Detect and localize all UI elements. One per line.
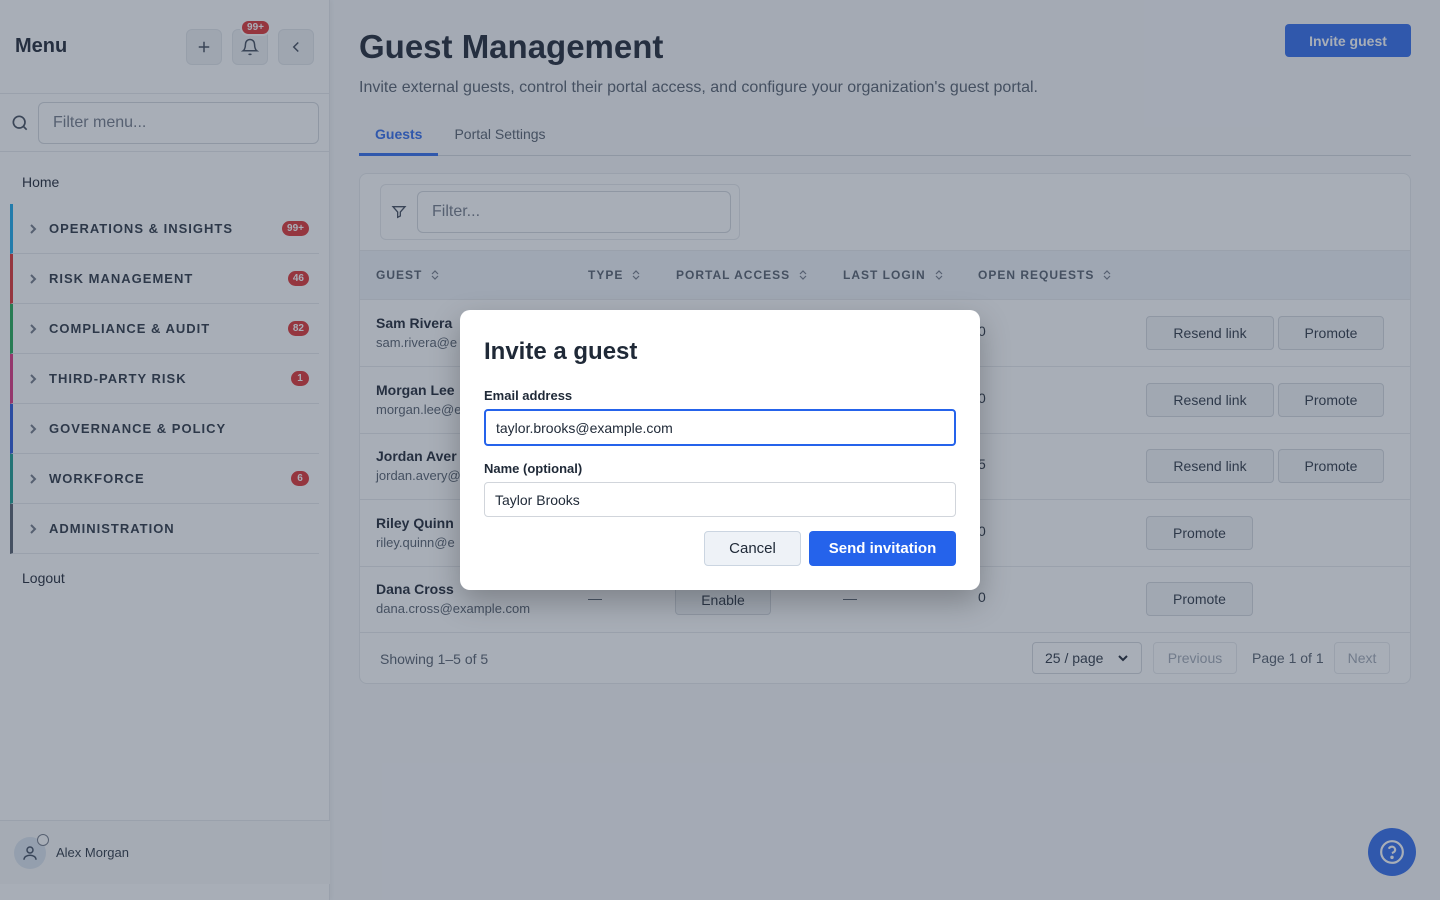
email-field[interactable]: [484, 409, 956, 446]
send-invitation-button[interactable]: Send invitation: [809, 531, 956, 566]
name-label: Name (optional): [484, 461, 583, 476]
invite-guest-modal: Invite a guest Email address Name (optio…: [460, 310, 980, 590]
email-label: Email address: [484, 388, 573, 403]
name-field[interactable]: [484, 482, 956, 517]
modal-title: Invite a guest: [484, 338, 638, 365]
cancel-button[interactable]: Cancel: [704, 531, 801, 566]
